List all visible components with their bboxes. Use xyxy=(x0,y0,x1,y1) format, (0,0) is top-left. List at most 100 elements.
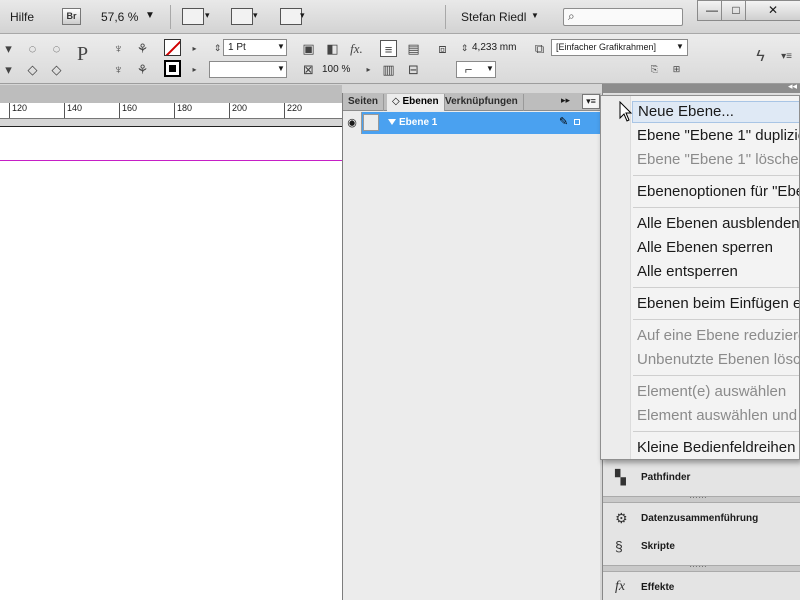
arrange-documents-icon[interactable] xyxy=(280,8,302,25)
quick-apply-icon[interactable]: ϟ xyxy=(752,48,769,65)
text-wrap-none-icon[interactable]: ≡ xyxy=(380,40,397,57)
drop-shadow-icon[interactable]: ▣ xyxy=(300,40,317,57)
text-wrap-shape-icon[interactable]: ▥ xyxy=(380,61,397,78)
dock-item-pathfinder[interactable]: ▚ Pathfinder xyxy=(603,465,800,491)
menu-item-alle-entsperren[interactable]: Alle entsperren xyxy=(637,261,799,283)
layers-panel: Seiten ◇ Ebenen Verknüpfungen ▸▸ ▾≡ ◉ Eb… xyxy=(342,93,601,600)
object-style-icon[interactable]: ⧉ xyxy=(531,40,548,57)
ruler-label: 200 xyxy=(232,103,248,113)
offset-value[interactable]: 4,233 mm xyxy=(472,42,516,53)
user-dropdown-icon[interactable]: ▼ xyxy=(531,11,539,20)
menu-item-neue-ebene[interactable]: Neue Ebene... xyxy=(632,101,799,123)
tab-seiten[interactable]: Seiten xyxy=(343,94,385,111)
dock-item-effekte[interactable]: fx Effekte xyxy=(603,575,800,600)
scale-icon[interactable]: ⊠ xyxy=(300,61,317,78)
menu-item-loeschen[interactable]: Ebene "Ebene 1" löschen xyxy=(637,149,799,171)
screen-mode-icon[interactable] xyxy=(231,8,253,25)
menu-item-ebenen-erhalten[interactable]: Ebenen beim Einfügen erhalten xyxy=(637,293,799,315)
distribute-horizontal-icon[interactable]: ⚘ xyxy=(134,40,151,57)
expand-panel-icon[interactable]: ▸▸ xyxy=(561,95,570,106)
rotate-icon[interactable]: ◌ xyxy=(24,40,41,57)
view-options-icon[interactable] xyxy=(182,8,204,25)
object-style-field[interactable]: [Einfacher Grafikrahmen] xyxy=(551,39,688,56)
menu-item-kleine-bedienfeldreihen[interactable]: Kleine Bedienfeldreihen xyxy=(637,437,799,459)
frame-fitting-icon[interactable]: ⧈ xyxy=(434,40,451,57)
panel-menu-button[interactable]: ▾≡ xyxy=(582,94,600,109)
text-wrap-bounding-icon[interactable]: ▤ xyxy=(405,40,422,57)
collapse-dock-icon[interactable]: ◂◂ xyxy=(788,81,797,92)
align-icon[interactable]: ♆ xyxy=(110,61,127,78)
panel-menu-icon[interactable]: ▾≡ xyxy=(778,48,795,65)
lock-toggle[interactable] xyxy=(363,114,379,131)
scale-percent[interactable]: 100 % xyxy=(322,64,350,75)
tab-ebenen[interactable]: ◇ Ebenen xyxy=(387,94,445,111)
transform-icon[interactable]: ◇ xyxy=(48,61,65,78)
stroke-type-dropdown-icon[interactable]: ▼ xyxy=(277,64,285,73)
menu-separator xyxy=(633,319,799,320)
menu-separator xyxy=(633,431,799,432)
corner-icon: ⌐ xyxy=(464,62,473,77)
corner-option-dropdown-icon[interactable]: ▼ xyxy=(486,64,494,73)
ruler-label: 140 xyxy=(67,103,83,113)
document-tab-area xyxy=(0,85,342,103)
stroke-type-field[interactable] xyxy=(209,61,287,78)
fill-color-icon[interactable] xyxy=(164,60,181,77)
distribute-icon[interactable]: ♆ xyxy=(110,40,127,57)
arrange-documents-arrow-icon[interactable]: ▾ xyxy=(300,10,305,21)
menu-item-duplizieren[interactable]: Ebene "Ebene 1" duplizieren xyxy=(637,125,799,147)
layer-row[interactable]: ◉ Ebene 1 ✎ xyxy=(343,112,601,134)
dropdown-arrow-icon[interactable]: ▾ xyxy=(0,61,17,78)
stroke-weight-dropdown-icon[interactable]: ▼ xyxy=(277,42,285,51)
text-wrap-jump-icon[interactable]: ⊟ xyxy=(405,61,422,78)
object-style-dropdown-icon[interactable]: ▼ xyxy=(676,42,684,51)
menu-hilfe[interactable]: Hilfe xyxy=(10,10,34,24)
menu-item-alle-ausblenden[interactable]: Alle Ebenen ausblenden xyxy=(637,213,799,235)
menu-item-element-auswaehlen-einfuegen[interactable]: Element auswählen und einfügen xyxy=(637,405,799,427)
fill-arrow-icon[interactable]: ▸ xyxy=(186,61,203,78)
selection-square-icon[interactable] xyxy=(574,119,580,125)
menu-item-reduzieren[interactable]: Auf eine Ebene reduzieren xyxy=(637,325,799,347)
dock-item-skripte[interactable]: § Skripte xyxy=(603,534,800,560)
zoom-dropdown-icon[interactable]: ▼ xyxy=(145,10,155,21)
offset-stepper-icon[interactable]: ⇕ xyxy=(456,40,473,57)
search-field[interactable]: ⌕ xyxy=(563,8,683,26)
dropdown-arrow-icon[interactable]: ▾ xyxy=(0,40,17,57)
effects-shadow-icon[interactable]: ◧ xyxy=(324,40,341,57)
menu-separator xyxy=(633,375,799,376)
bridge-button[interactable]: Br xyxy=(62,8,81,25)
control-panel: ▾ ▾ ◌ ◌ ◇ ◇ P ♆ ⚘ ♆ ⚘ ▸ ▸ ⇕ 1 Pt ▼ ▼ ▣ ◧… xyxy=(0,34,800,107)
dock-grip[interactable] xyxy=(603,490,800,503)
fx-icon[interactable]: fx. xyxy=(348,40,365,57)
dock-item-datenzusammenfuehrung[interactable]: ⚙ Datenzusammenführung xyxy=(603,506,800,532)
stroke-arrow-icon[interactable]: ▸ xyxy=(186,40,203,57)
expand-triangle-icon[interactable] xyxy=(388,119,396,125)
clear-overrides-icon[interactable]: ⎘ xyxy=(646,61,663,78)
scale-arrow-icon[interactable]: ▸ xyxy=(360,61,377,78)
user-name[interactable]: Stefan Riedl xyxy=(461,10,526,24)
view-options-arrow-icon[interactable]: ▾ xyxy=(205,10,210,21)
paragraph-reference-icon[interactable]: P xyxy=(74,44,91,64)
close-button[interactable]: ✕ xyxy=(745,0,800,21)
stroke-color-icon[interactable] xyxy=(164,39,181,56)
layer-name[interactable]: Ebene 1 xyxy=(399,112,437,134)
dock-header[interactable]: ◂◂ xyxy=(603,81,800,93)
separator xyxy=(170,5,171,29)
new-style-icon[interactable]: ⊞ xyxy=(668,61,685,78)
menu-item-alle-sperren[interactable]: Alle Ebenen sperren xyxy=(637,237,799,259)
ruler-label: 220 xyxy=(287,103,303,113)
horizontal-ruler: 120 140 160 180 200 220 xyxy=(0,103,342,119)
menu-item-elemente-auswaehlen[interactable]: Element(e) auswählen xyxy=(637,381,799,403)
ruler-tick xyxy=(284,103,285,118)
tab-verknuepfungen[interactable]: Verknüpfungen xyxy=(440,94,524,111)
align-horizontal-icon[interactable]: ⚘ xyxy=(134,61,151,78)
shear-icon[interactable]: ◇ xyxy=(24,61,41,78)
dock-grip[interactable] xyxy=(603,559,800,572)
screen-mode-arrow-icon[interactable]: ▾ xyxy=(253,10,258,21)
document-canvas[interactable] xyxy=(0,127,342,600)
eye-icon[interactable]: ◉ xyxy=(343,112,362,134)
menu-item-ebenenoptionen[interactable]: Ebenenoptionen für "Ebene 1"... xyxy=(637,181,799,203)
rotate-cw-icon[interactable]: ◌ xyxy=(48,40,65,57)
ruler-tick xyxy=(229,103,230,118)
zoom-level[interactable]: 57,6 % xyxy=(101,10,138,24)
menu-item-unbenutzte-loeschen[interactable]: Unbenutzte Ebenen löschen xyxy=(637,349,799,371)
